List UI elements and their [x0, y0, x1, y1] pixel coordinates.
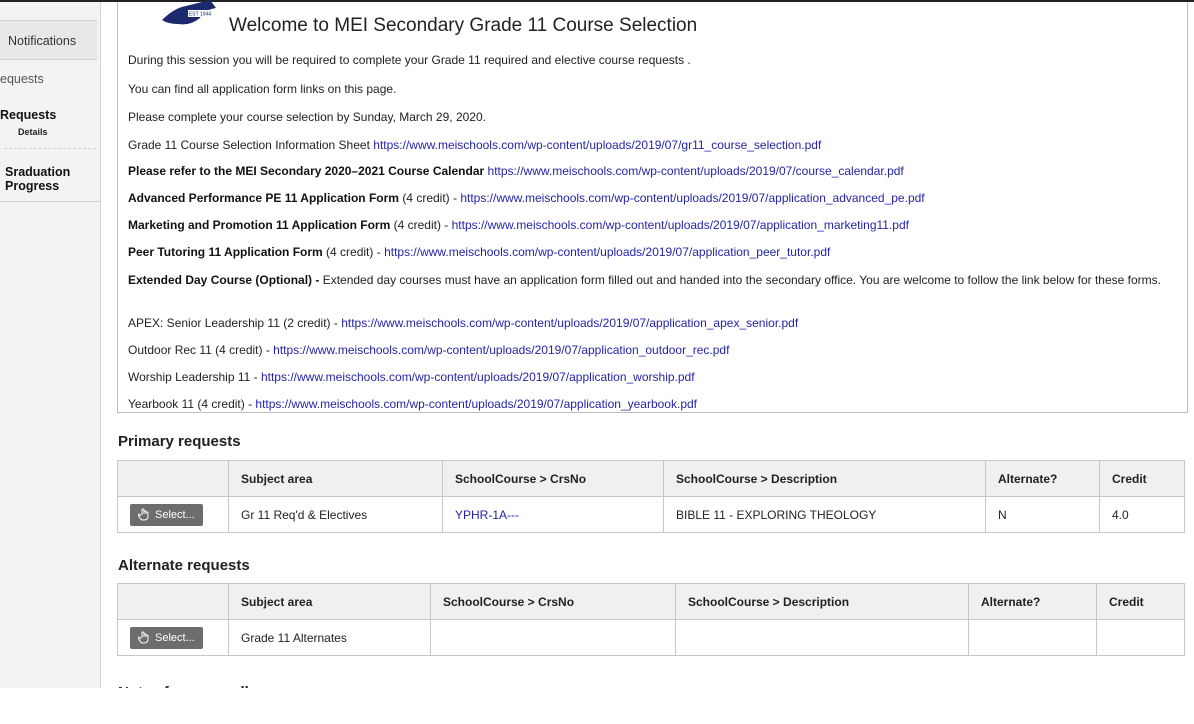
table-header[interactable]: Alternate?: [985, 460, 1100, 497]
extended-link-line-outdoor: Outdoor Rec 11 (4 credit) - https://www.…: [128, 343, 729, 357]
page-bottom: [0, 688, 1194, 724]
form-credit: (4 credit) -: [326, 245, 385, 259]
form-name: Advanced Performance PE 11 Application F…: [128, 191, 399, 205]
form-line-peer-tutoring: Peer Tutoring 11 Application Form (4 cre…: [128, 245, 830, 259]
table-header[interactable]: Subject area: [228, 460, 443, 497]
form-link-marketing[interactable]: https://www.meischools.com/wp-content/up…: [452, 218, 909, 232]
primary-requests-title: Primary requests: [118, 433, 241, 450]
select-button[interactable]: Select...: [130, 503, 203, 526]
extended-day-desc: Extended day courses must have an applic…: [319, 273, 1161, 287]
table-header[interactable]: Alternate?: [968, 583, 1097, 620]
form-link-advanced-pe[interactable]: https://www.meischools.com/wp-content/up…: [460, 191, 924, 205]
sidebar-subitem-details[interactable]: Details: [18, 127, 48, 137]
intro-text: During this session you will be required…: [128, 53, 691, 67]
school-logo-icon: EST 1944: [162, 0, 216, 25]
intro-text: Please complete your course selection by…: [128, 110, 486, 124]
table-header: [117, 460, 229, 497]
form-name: Peer Tutoring 11 Application Form: [128, 245, 323, 259]
extended-link-line-yearbook: Yearbook 11 (4 credit) - https://www.mei…: [128, 397, 697, 411]
extended-day-label: Extended Day Course (Optional) -: [128, 273, 320, 287]
select-button[interactable]: Select...: [130, 626, 203, 649]
info-sheet-label: Grade 11 Course Selection Information Sh…: [128, 138, 370, 152]
table-cell: [675, 619, 969, 656]
form-credit: (4 credit) -: [402, 191, 461, 205]
calendar-line: Please refer to the MEI Secondary 2020–2…: [128, 164, 904, 178]
course-number-link[interactable]: YPHR-1A---: [455, 508, 519, 522]
calendar-link[interactable]: https://www.meischools.com/wp-content/up…: [488, 164, 904, 178]
extended-link-yearbook[interactable]: https://www.meischools.com/wp-content/up…: [255, 397, 697, 411]
table-header[interactable]: SchoolCourse > CrsNo: [442, 460, 664, 497]
table-cell: Grade 11 Alternates: [228, 619, 431, 656]
select-button-label: Select...: [155, 631, 195, 644]
select-button-label: Select...: [155, 508, 195, 521]
extended-link-line-apex: APEX: Senior Leadership 11 (2 credit) - …: [128, 316, 798, 330]
table-cell: BIBLE 11 - EXPLORING THEOLOGY: [663, 496, 986, 533]
extended-link-label: APEX: Senior Leadership 11 (2 credit) -: [128, 316, 342, 330]
calendar-label: Please refer to the MEI Secondary 2020–2…: [128, 164, 485, 178]
form-link-peer-tutoring[interactable]: https://www.meischools.com/wp-content/up…: [384, 245, 830, 259]
table-header[interactable]: Credit: [1096, 583, 1185, 620]
sidebar-divider: [4, 148, 96, 149]
hand-pointer-icon: [138, 508, 149, 521]
alternate-requests-table: Subject area SchoolCourse > CrsNo School…: [117, 583, 1185, 656]
extended-link-label: Outdoor Rec 11 (4 credit) -: [128, 343, 274, 357]
table-header[interactable]: SchoolCourse > Description: [663, 460, 986, 497]
sidebar-item-requests-active[interactable]: Requests: [0, 108, 56, 122]
table-header[interactable]: SchoolCourse > Description: [675, 583, 969, 620]
hand-pointer-icon: [138, 631, 149, 644]
extended-day-text: Extended Day Course (Optional) - Extende…: [128, 272, 1168, 288]
form-line-marketing: Marketing and Promotion 11 Application F…: [128, 218, 909, 232]
table-header[interactable]: SchoolCourse > CrsNo: [430, 583, 676, 620]
table-cell: YPHR-1A---: [442, 496, 664, 533]
extended-link-line-worship: Worship Leadership 11 - https://www.meis…: [128, 370, 695, 384]
info-sheet-line: Grade 11 Course Selection Information Sh…: [128, 138, 821, 152]
page-title: Welcome to MEI Secondary Grade 11 Course…: [229, 15, 698, 36]
table-row: Select... Gr 11 Req'd & Electives YPHR-1…: [117, 496, 1185, 533]
table-cell: Select...: [117, 619, 229, 656]
extended-link-label: Worship Leadership 11 -: [128, 370, 261, 384]
sidebar-divider: [0, 201, 100, 202]
sidebar-item-requests[interactable]: equests: [0, 72, 44, 86]
form-credit: (4 credit) -: [393, 218, 452, 232]
table-cell: 4.0: [1099, 496, 1185, 533]
form-line-advanced-pe: Advanced Performance PE 11 Application F…: [128, 191, 925, 205]
table-cell: [968, 619, 1097, 656]
extended-link-worship[interactable]: https://www.meischools.com/wp-content/up…: [261, 370, 695, 384]
table-cell: Select...: [117, 496, 229, 533]
extended-link-apex[interactable]: https://www.meischools.com/wp-content/up…: [341, 316, 798, 330]
sidebar-item-graduation-progress[interactable]: Sraduation Progress: [5, 165, 70, 193]
sidebar-tab-notifications[interactable]: Notifications: [0, 20, 97, 60]
sidebar-item-label: Sraduation: [5, 165, 71, 179]
table-header[interactable]: Credit: [1099, 460, 1185, 497]
table-cell: [1096, 619, 1185, 656]
form-name: Marketing and Promotion 11 Application F…: [128, 218, 391, 232]
sidebar: Notifications equests Requests Details S…: [0, 2, 101, 688]
sidebar-item-label: Progress: [5, 179, 60, 193]
info-sheet-link[interactable]: https://www.meischools.com/wp-content/up…: [373, 138, 821, 152]
extended-link-label: Yearbook 11 (4 credit) -: [128, 397, 256, 411]
primary-requests-table: Subject area SchoolCourse > CrsNo School…: [117, 460, 1185, 533]
table-cell: [430, 619, 676, 656]
table-header[interactable]: Subject area: [228, 583, 431, 620]
table-cell: N: [985, 496, 1100, 533]
alternate-requests-title: Alternate requests: [118, 557, 250, 574]
table-cell: Gr 11 Req'd & Electives: [228, 496, 443, 533]
intro-text: You can find all application form links …: [128, 82, 397, 96]
logo-text: EST 1944: [189, 12, 211, 18]
extended-link-outdoor[interactable]: https://www.meischools.com/wp-content/up…: [273, 343, 729, 357]
table-header-row: Subject area SchoolCourse > CrsNo School…: [117, 583, 1185, 620]
table-row: Select... Grade 11 Alternates: [117, 619, 1185, 656]
table-header: [117, 583, 229, 620]
table-header-row: Subject area SchoolCourse > CrsNo School…: [117, 460, 1185, 497]
